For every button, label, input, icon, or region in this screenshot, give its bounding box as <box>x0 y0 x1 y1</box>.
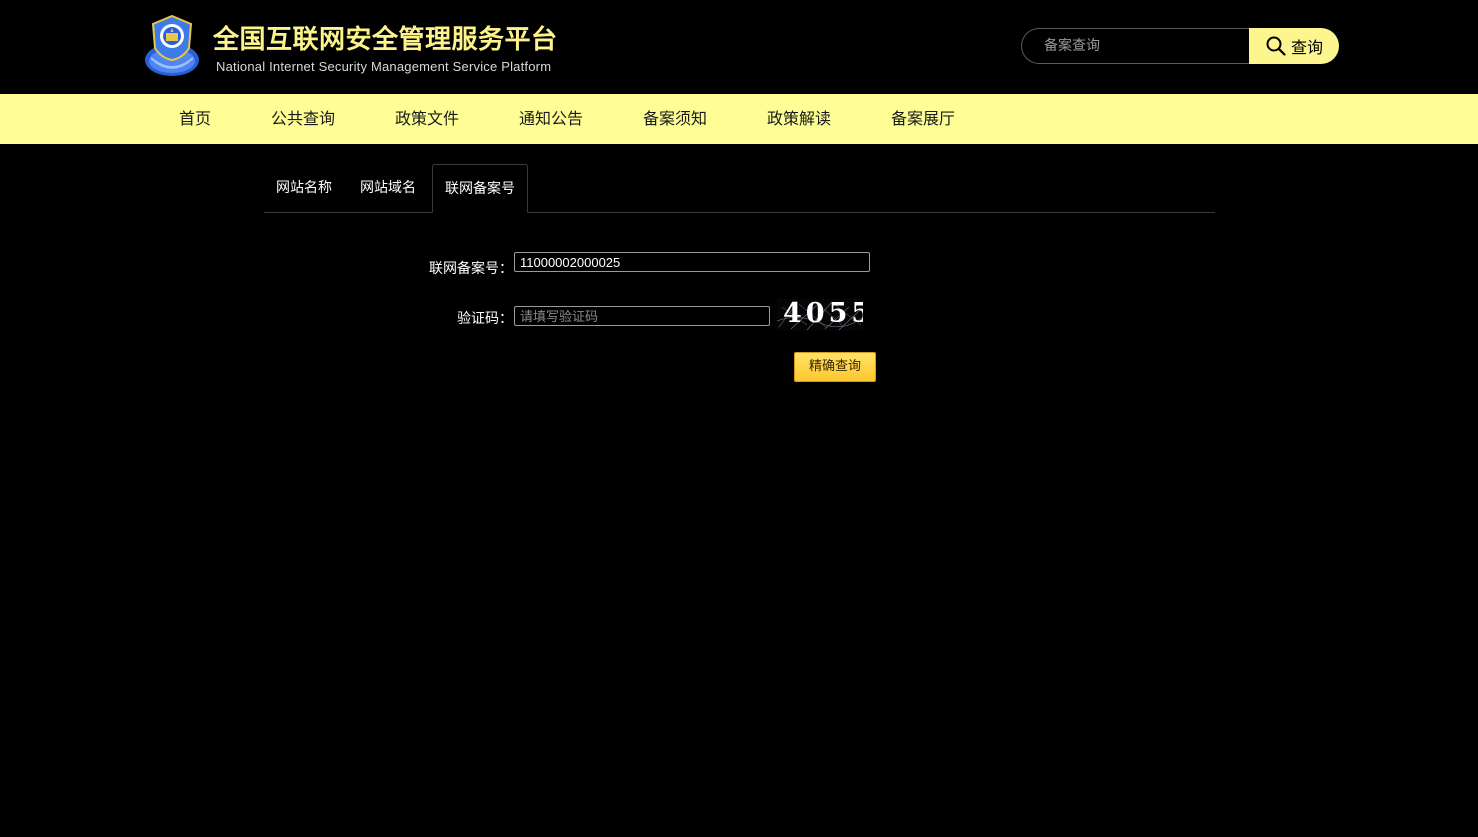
nav-item-public-query[interactable]: 公共查询 <box>271 94 335 144</box>
captcha-field[interactable] <box>514 306 770 326</box>
search-icon <box>1266 36 1286 56</box>
main-nav: 首页 公共查询 政策文件 通知公告 备案须知 政策解读 备案展厅 <box>0 94 1478 144</box>
tab-site-domain[interactable]: 网站域名 <box>348 164 428 211</box>
nav-item-home[interactable]: 首页 <box>179 94 211 144</box>
exact-query-button[interactable]: 精确查询 <box>794 352 876 382</box>
nav-item-policy-documents[interactable]: 政策文件 <box>395 94 459 144</box>
site-title: 全国互联网安全管理服务平台 <box>213 25 558 55</box>
nav-item-policy-interpretation[interactable]: 政策解读 <box>767 94 831 144</box>
police-emblem-icon[interactable] <box>143 14 201 78</box>
captcha-code: 4055 <box>783 299 863 329</box>
header-search: 查询 <box>1021 28 1339 64</box>
query-tabs: 网站名称 网站域名 联网备案号 <box>264 164 1215 213</box>
tab-record-number[interactable]: 联网备案号 <box>432 164 528 213</box>
record-number-label: 联网备案号： <box>429 261 513 277</box>
search-button[interactable]: 查询 <box>1249 28 1339 64</box>
nav-item-filing-gallery[interactable]: 备案展厅 <box>891 94 955 144</box>
nav-item-notices[interactable]: 通知公告 <box>519 94 583 144</box>
search-button-label: 查询 <box>1290 38 1323 57</box>
record-number-field[interactable] <box>514 252 870 272</box>
tab-site-name[interactable]: 网站名称 <box>264 164 344 211</box>
nav-item-filing-guide[interactable]: 备案须知 <box>643 94 707 144</box>
site-subtitle: National Internet Security Management Se… <box>216 59 552 74</box>
captcha-image[interactable]: 4055 <box>777 299 863 331</box>
search-input[interactable] <box>1021 28 1272 64</box>
site-header: 全国互联网安全管理服务平台 National Internet Security… <box>0 0 1478 94</box>
captcha-label: 验证码： <box>457 311 513 327</box>
